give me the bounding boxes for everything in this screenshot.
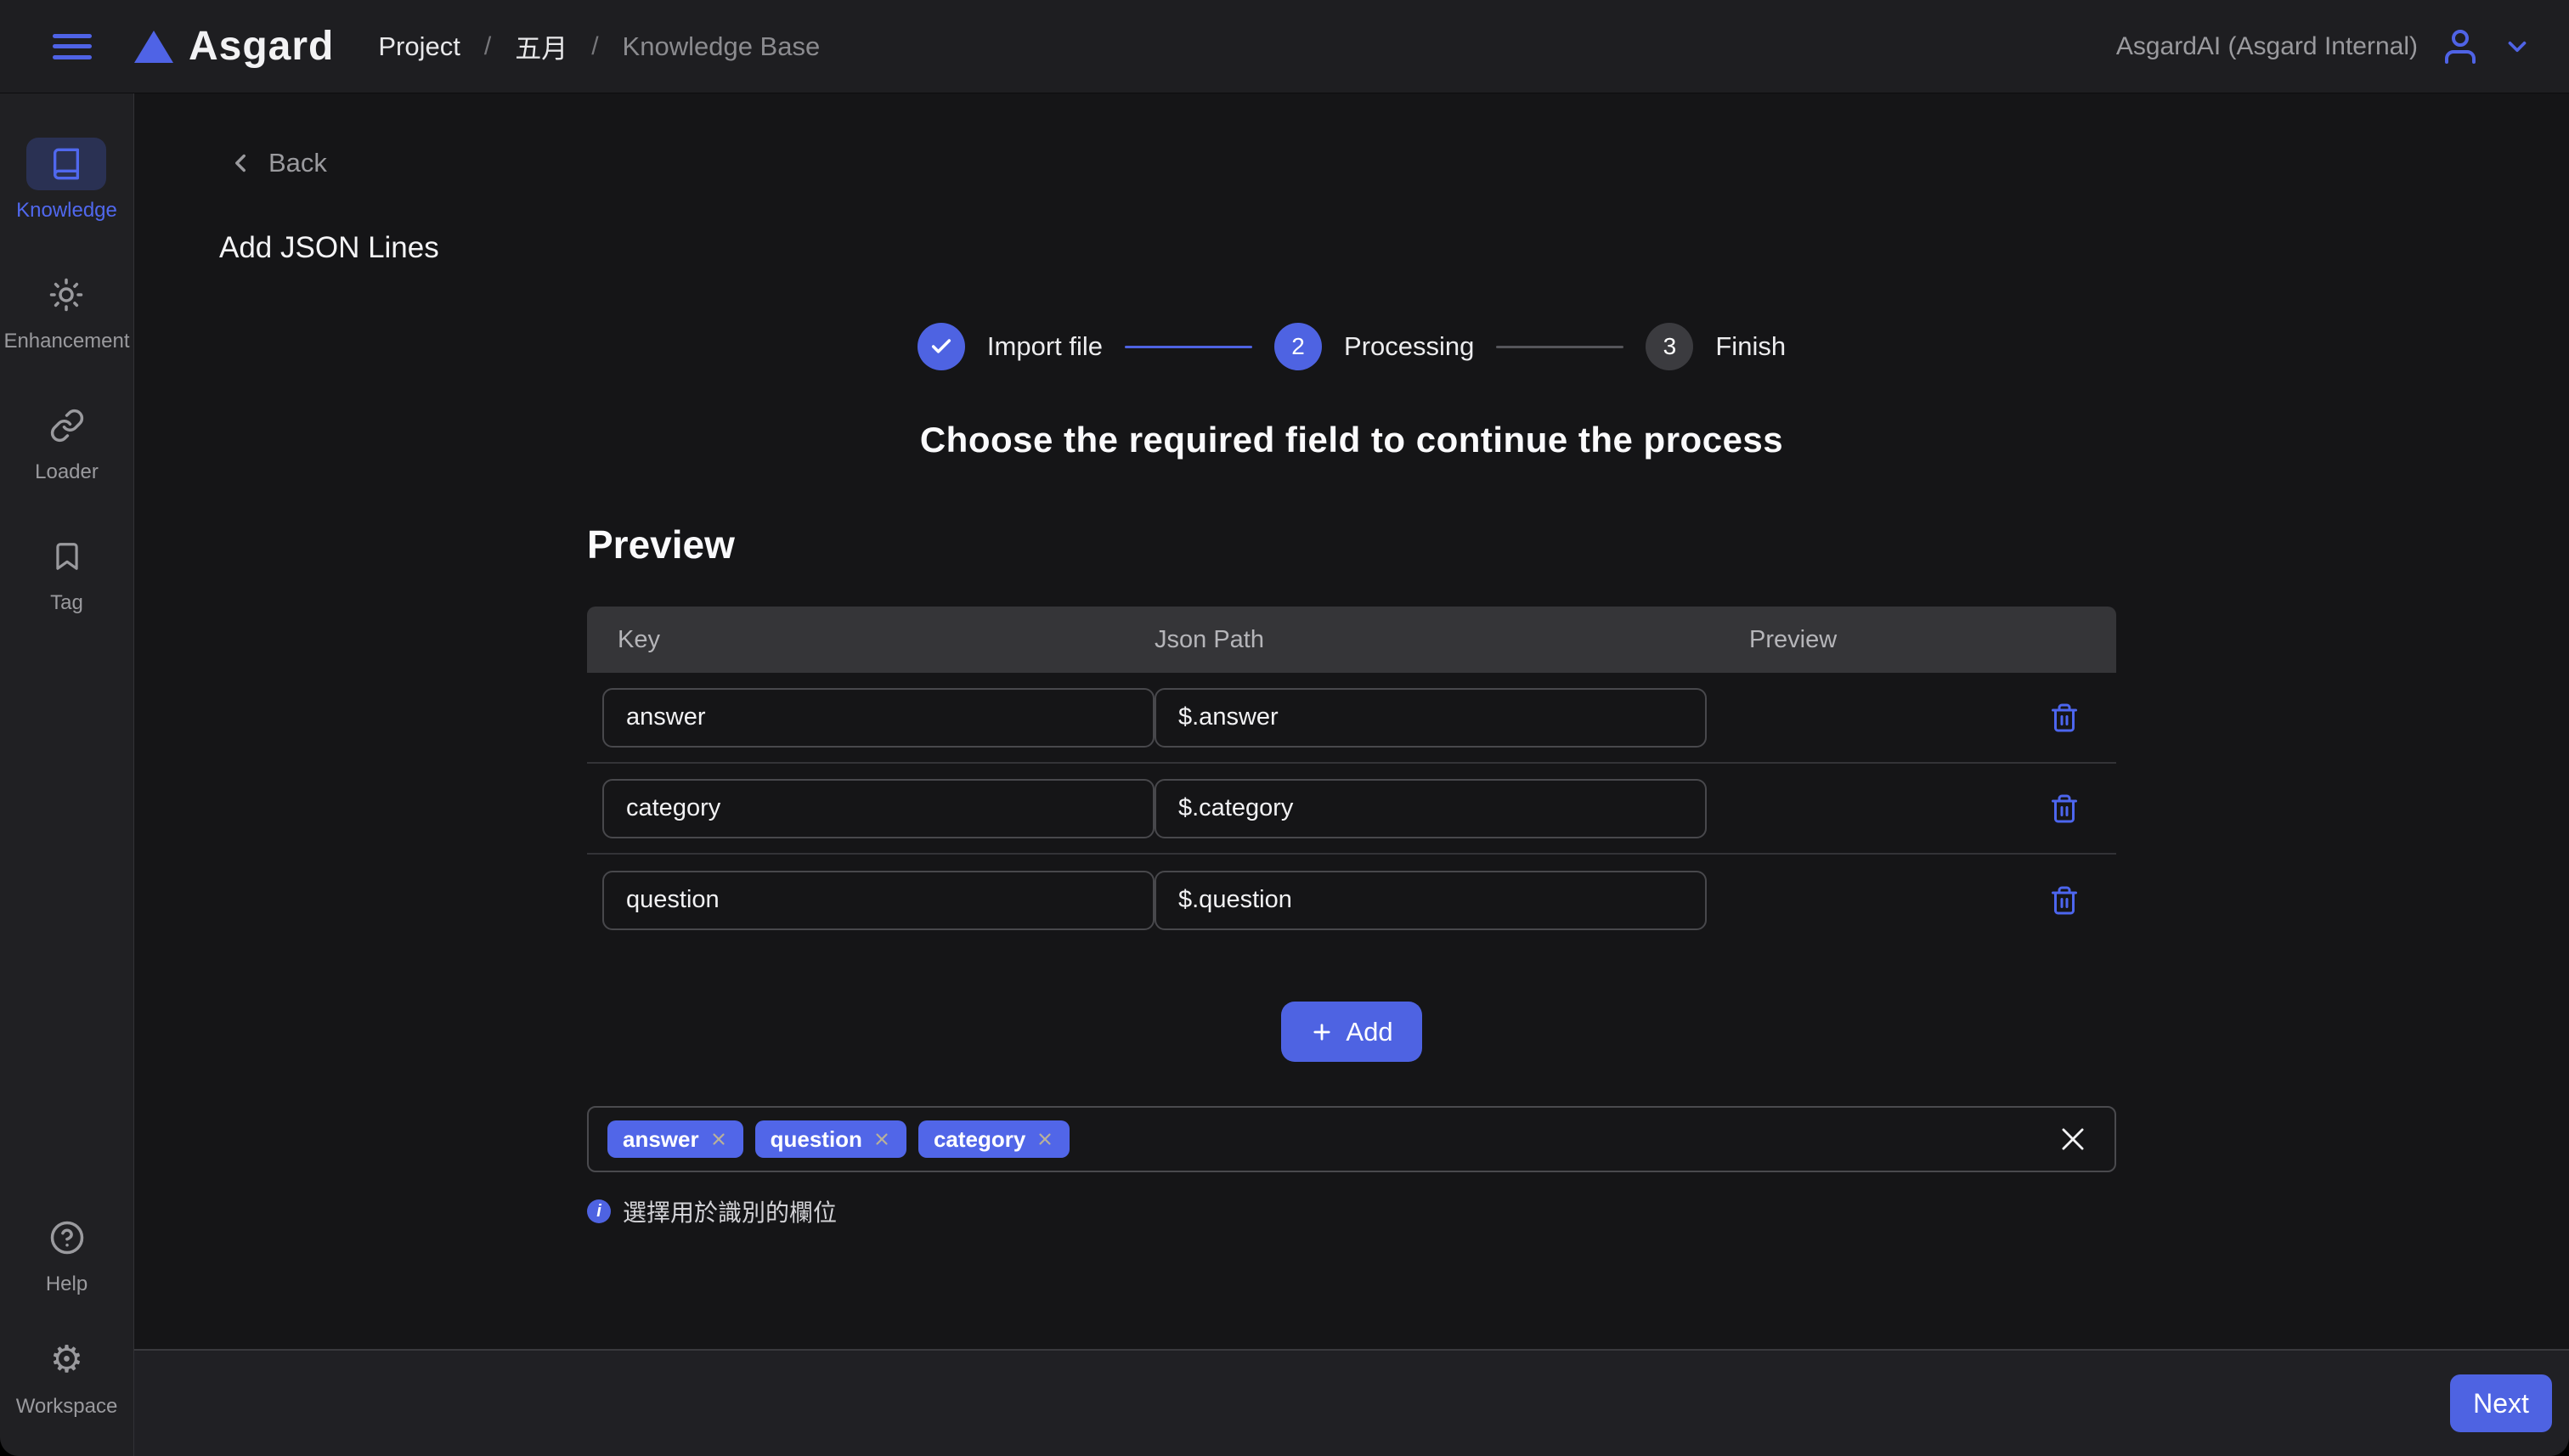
sidebar-item-tag[interactable]: Tag (27, 530, 107, 615)
step-processing: 2 Processing (1274, 323, 1474, 370)
sidebar-item-help[interactable]: Help (27, 1211, 107, 1296)
mapping-table: Key Json Path Preview (587, 607, 2116, 945)
column-header-json-path: Json Path (1155, 626, 1749, 654)
back-button[interactable]: Back (226, 148, 327, 178)
mapping-panel: Preview Key Json Path Preview (587, 522, 2116, 1228)
step-1-label: Import file (987, 331, 1103, 362)
table-row (587, 764, 2116, 855)
sidebar-item-label: Help (46, 1273, 88, 1296)
chip-label: category (934, 1126, 1025, 1153)
breadcrumb-separator: / (591, 32, 598, 61)
step-connector-pending (1496, 346, 1623, 348)
key-input[interactable] (602, 871, 1155, 930)
brand-name: Asgard (189, 23, 334, 70)
add-button[interactable]: Add (1281, 1002, 1421, 1062)
topbar-account-area: AsgardAI (Asgard Internal) (2116, 26, 2532, 67)
book-icon (49, 147, 83, 181)
chip-remove-icon[interactable] (1036, 1130, 1054, 1148)
chip-remove-icon[interactable] (872, 1130, 891, 1148)
chip-remove-icon[interactable] (709, 1130, 728, 1148)
footer-bar: Next (134, 1349, 2569, 1456)
chevron-down-icon[interactable] (2503, 32, 2532, 61)
check-icon (929, 335, 953, 358)
plus-icon (1310, 1020, 1334, 1044)
sidebar-item-label: Knowledge (16, 199, 117, 223)
step-2-label: Processing (1344, 331, 1474, 362)
column-header-preview: Preview (1749, 626, 2035, 654)
preview-section-title: Preview (587, 522, 2116, 567)
stepper: Import file 2 Processing 3 Finish (134, 323, 2569, 370)
json-path-input[interactable] (1155, 779, 1707, 838)
trash-icon (2049, 885, 2080, 916)
gear-icon: ⚙ (50, 1341, 83, 1379)
key-input[interactable] (602, 688, 1155, 748)
identify-field-select[interactable]: answer question category (587, 1106, 2116, 1172)
sidebar-item-workspace[interactable]: ⚙ Workspace (16, 1334, 118, 1419)
main-area: Back Add JSON Lines Import file (134, 93, 2569, 1456)
breadcrumb-project[interactable]: Project (378, 31, 460, 62)
trash-icon (2049, 793, 2080, 824)
breadcrumb-separator: / (484, 32, 491, 61)
hamburger-menu-icon[interactable] (53, 34, 92, 59)
hint-row: i 選擇用於識別的欄位 (587, 1194, 2116, 1228)
app-window: Asgard Project / 五月 / Knowledge Base Asg… (0, 0, 2569, 1456)
sidebar-item-label: Workspace (16, 1395, 118, 1419)
hint-text: 選擇用於識別的欄位 (623, 1194, 837, 1228)
json-path-input[interactable] (1155, 871, 1707, 930)
table-row (587, 855, 2116, 945)
delete-row-button[interactable] (2035, 793, 2094, 824)
clear-all-button[interactable] (2057, 1123, 2089, 1155)
key-input[interactable] (602, 779, 1155, 838)
sidebar-item-label: Tag (50, 591, 83, 615)
sun-icon (48, 277, 84, 313)
breadcrumb: Project / 五月 / Knowledge Base (378, 27, 820, 65)
sidebar-item-label: Loader (35, 460, 99, 484)
delete-row-button[interactable] (2035, 885, 2094, 916)
add-button-label: Add (1346, 1017, 1392, 1047)
back-label: Back (268, 148, 327, 178)
chevron-left-icon (226, 149, 255, 178)
sidebar-item-enhancement[interactable]: Enhancement (3, 268, 129, 353)
table-header-row: Key Json Path Preview (587, 607, 2116, 673)
trash-icon (2049, 703, 2080, 733)
chip-question: question (755, 1120, 906, 1158)
asgard-logo-icon (134, 31, 173, 63)
next-button[interactable]: Next (2450, 1374, 2552, 1432)
close-icon (2057, 1123, 2089, 1155)
sidebar-item-knowledge[interactable]: Knowledge (16, 138, 117, 223)
link-icon (49, 408, 85, 443)
headline: Choose the required field to continue th… (134, 420, 2569, 460)
breadcrumb-month[interactable]: 五月 (515, 27, 567, 65)
chip-label: question (771, 1126, 862, 1153)
step-import-file: Import file (918, 323, 1103, 370)
chip-category: category (918, 1120, 1070, 1158)
delete-row-button[interactable] (2035, 703, 2094, 733)
page-title: Add JSON Lines (219, 231, 2569, 265)
step-3-indicator: 3 (1646, 323, 1693, 370)
breadcrumb-knowledge-base: Knowledge Base (623, 31, 821, 62)
step-2-indicator: 2 (1274, 323, 1322, 370)
sidebar: Knowledge Enhancement Loader (0, 93, 134, 1456)
step-finish: 3 Finish (1646, 323, 1786, 370)
json-path-input[interactable] (1155, 688, 1707, 748)
column-header-key: Key (587, 626, 1155, 654)
sidebar-item-label: Enhancement (3, 330, 129, 353)
add-row-wrapper: Add (587, 1002, 2116, 1062)
help-circle-icon (49, 1220, 85, 1256)
bookmark-icon (51, 540, 83, 573)
chip-answer: answer (607, 1120, 743, 1158)
step-3-label: Finish (1715, 331, 1786, 362)
table-row (587, 673, 2116, 764)
main-content: Back Add JSON Lines Import file (134, 93, 2569, 1349)
sidebar-item-loader[interactable]: Loader (27, 399, 107, 484)
topbar: Asgard Project / 五月 / Knowledge Base Asg… (0, 0, 2569, 93)
chip-label: answer (623, 1126, 699, 1153)
info-icon: i (587, 1199, 611, 1223)
step-connector-done (1125, 346, 1252, 348)
step-1-indicator (918, 323, 965, 370)
account-name: AsgardAI (Asgard Internal) (2116, 32, 2418, 61)
user-icon[interactable] (2440, 26, 2481, 67)
